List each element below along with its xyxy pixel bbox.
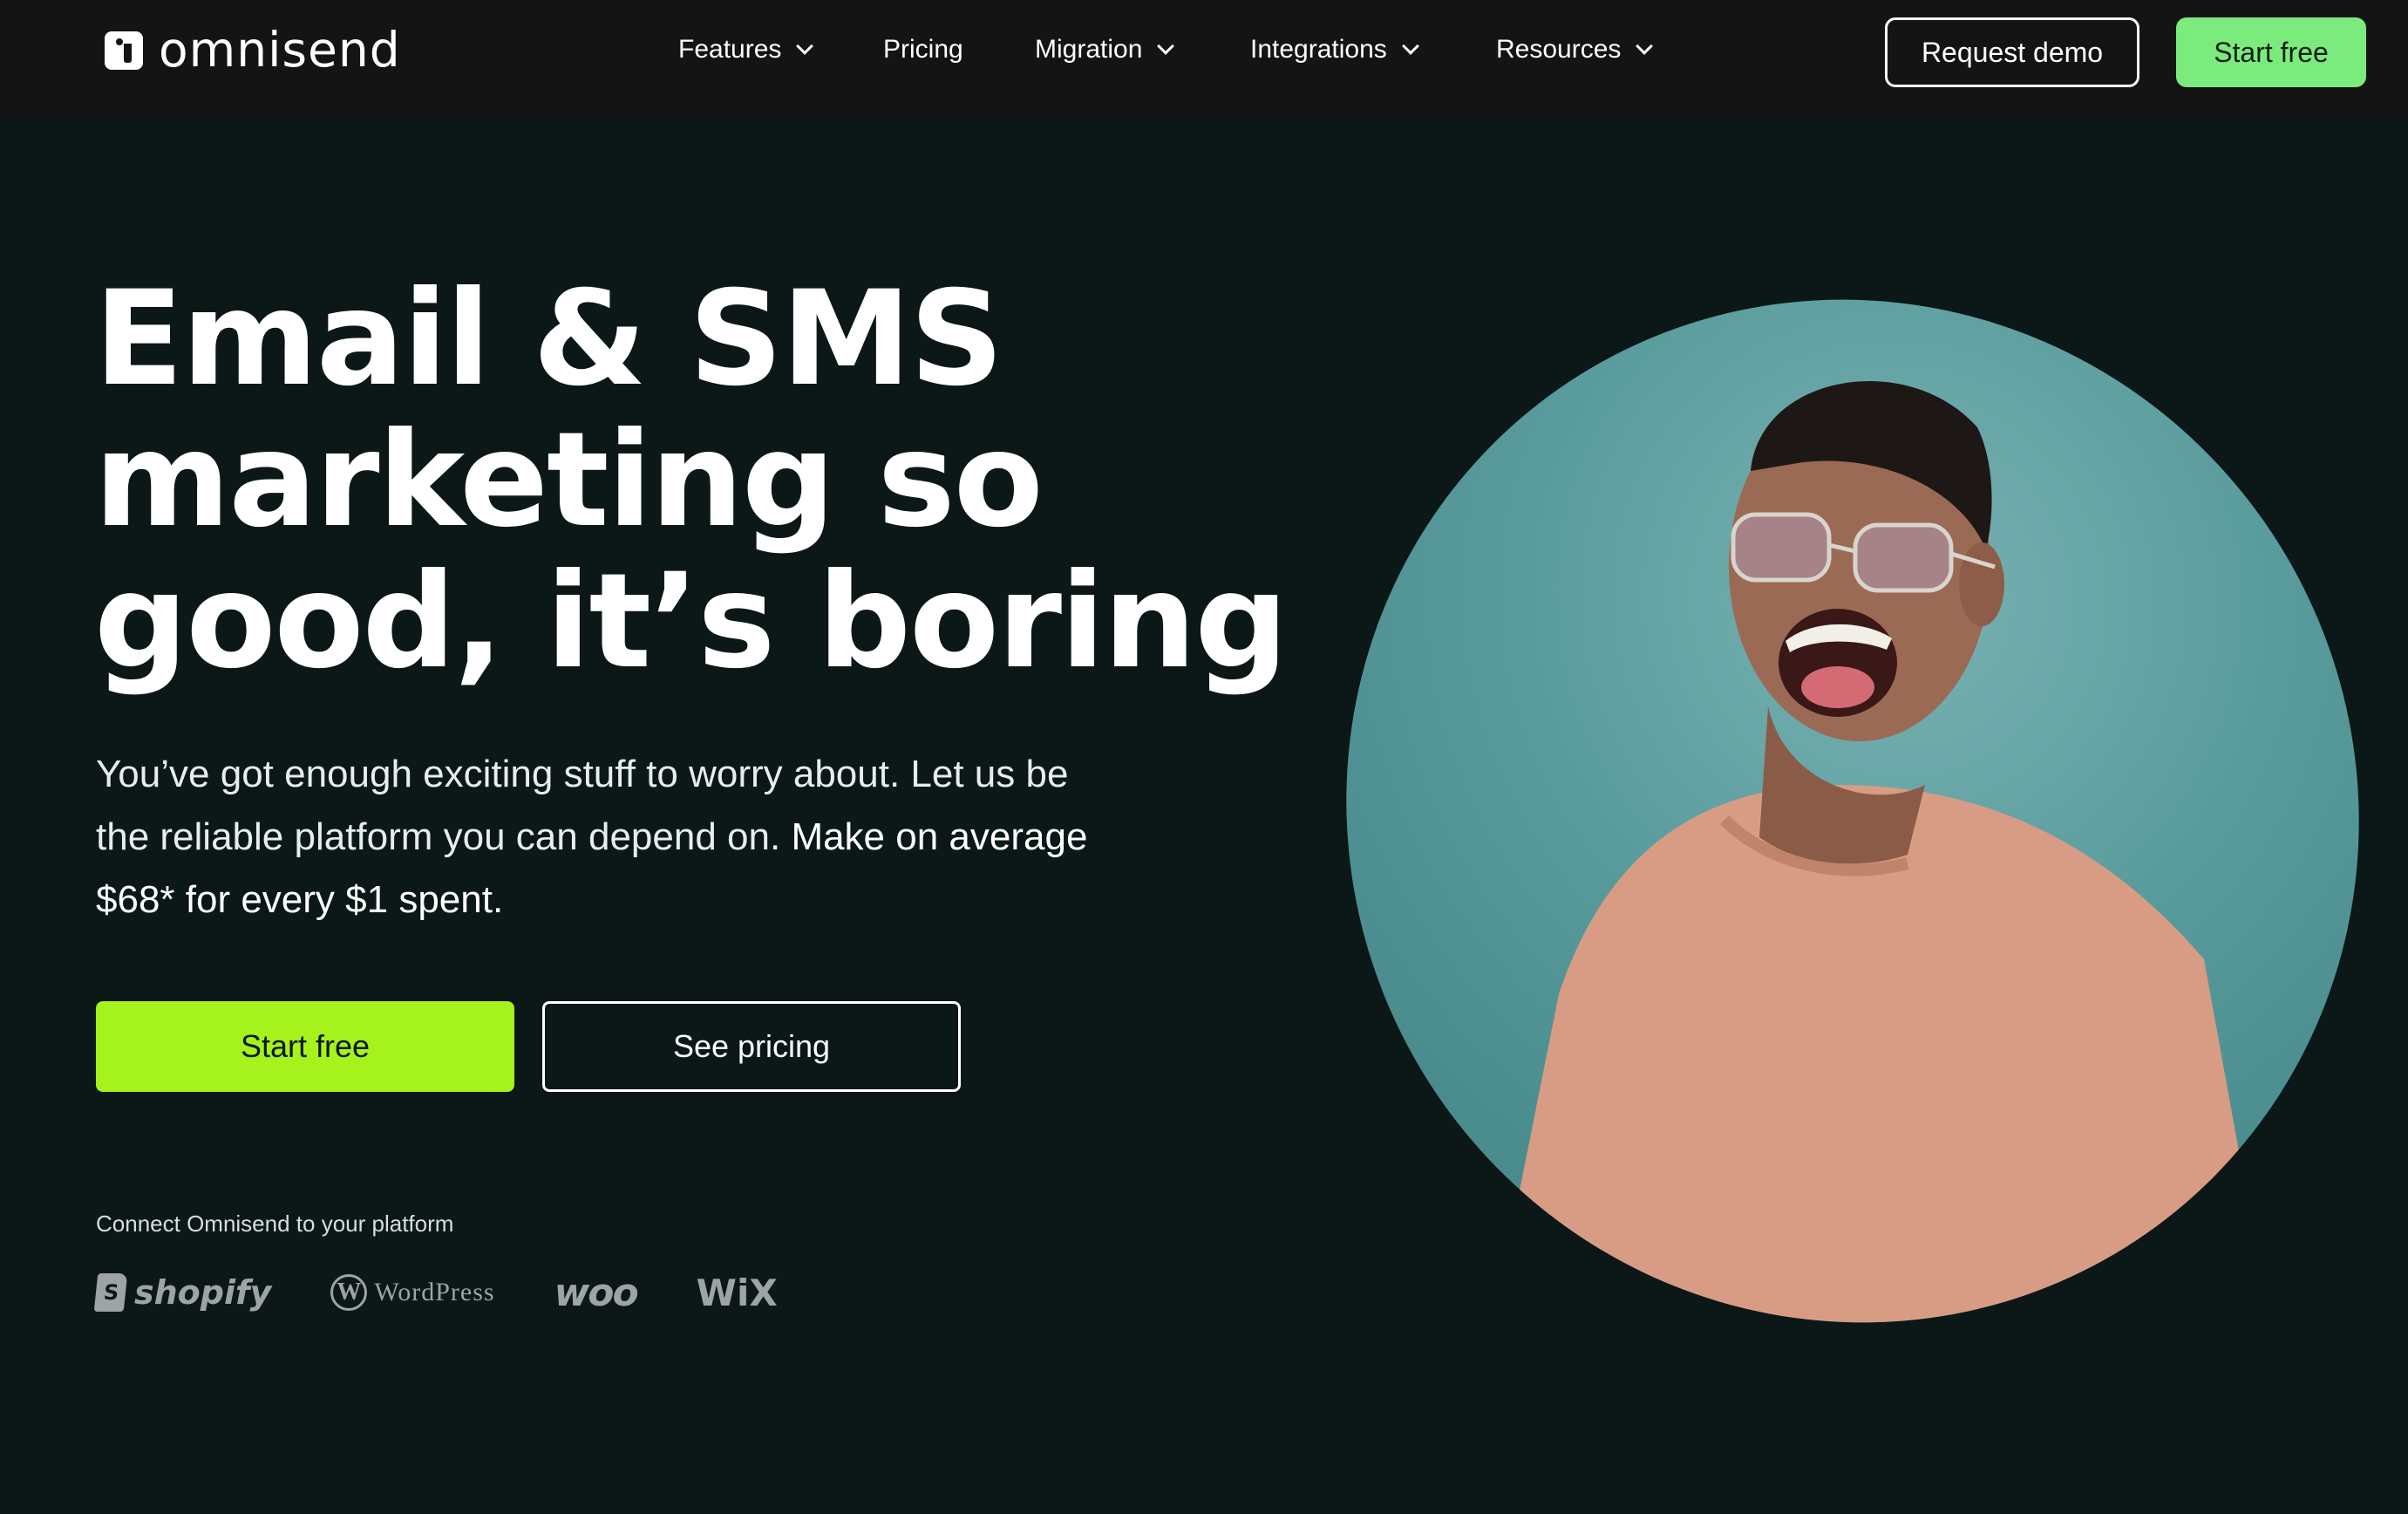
chevron-down-icon (1636, 38, 1654, 55)
nav-item-resources[interactable]: Resources (1496, 35, 1654, 65)
wordpress-icon: W (330, 1274, 368, 1311)
nav-item-pricing[interactable]: Pricing (883, 35, 963, 65)
headline-line-1: Email & SMS (94, 263, 1003, 415)
start-free-button[interactable]: Start free (96, 1001, 514, 1092)
hero-subtext: You’ve got enough exciting stuff to worr… (96, 743, 1107, 931)
brand-name: omnisend (159, 22, 401, 78)
nav-item-migration[interactable]: Migration (1035, 35, 1175, 65)
headline-line-3: good, it’s boring (94, 546, 1289, 698)
omnisend-logo[interactable]: omnisend (105, 26, 401, 74)
nav-item-label: Resources (1496, 35, 1622, 64)
platform-logos: shopify W WordPress woo WiX (93, 1266, 837, 1319)
omnisend-logo-icon (105, 31, 143, 70)
hero-headline: Email & SMS marketing so good, it’s bori… (94, 269, 1297, 692)
nav-item-label: Pricing (883, 35, 963, 64)
nav-item-features[interactable]: Features (678, 35, 814, 65)
wordpress-logo[interactable]: W WordPress (330, 1274, 494, 1311)
nav-item-label: Features (678, 35, 782, 64)
hero-image (1153, 107, 2408, 1514)
shopify-bag-icon (93, 1273, 128, 1312)
shopify-logo[interactable]: shopify (93, 1273, 272, 1312)
chevron-down-icon (1157, 38, 1175, 55)
nav-item-label: Migration (1035, 35, 1143, 64)
nav-item-label: Integrations (1250, 35, 1387, 64)
nav-item-integrations[interactable]: Integrations (1250, 35, 1419, 65)
top-navigation: omnisend Features Pricing Migration Inte… (0, 0, 2408, 115)
shopify-wordmark: shopify (134, 1273, 272, 1312)
chevron-down-icon (796, 38, 814, 55)
wix-wordmark: WiX (696, 1271, 778, 1314)
woo-wordmark: woo (554, 1270, 639, 1315)
wix-logo[interactable]: WiX (697, 1272, 778, 1314)
headline-line-2: marketing so (94, 405, 1044, 556)
connect-platform-label: Connect Omnisend to your platform (96, 1211, 454, 1237)
see-pricing-button[interactable]: See pricing (542, 1001, 961, 1092)
laughing-person-illustration (1489, 381, 2274, 1343)
start-free-nav-button[interactable]: Start free (2176, 17, 2366, 87)
woo-logo[interactable]: woo (554, 1270, 639, 1315)
request-demo-button[interactable]: Request demo (1885, 17, 2139, 87)
chevron-down-icon (1401, 38, 1419, 55)
wordpress-wordmark: WordPress (374, 1278, 495, 1306)
